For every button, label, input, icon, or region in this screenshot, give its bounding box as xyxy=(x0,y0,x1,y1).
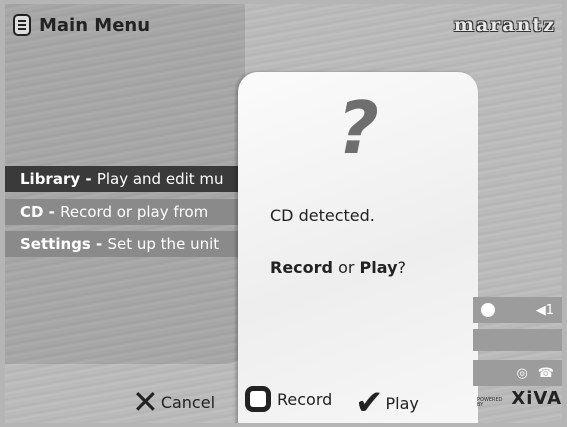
status-bar-blank xyxy=(473,329,562,351)
menu-item-title: Settings - xyxy=(20,235,108,253)
menu-item-title: Library - xyxy=(20,170,97,188)
cd-icon: ◎ xyxy=(516,365,528,381)
cd-detected-dialog: ? CD detected. Record or Play? xyxy=(238,72,478,423)
menu-item-title: CD - xyxy=(20,203,61,221)
phone-icon: ☎ xyxy=(537,365,554,381)
record-dot-icon xyxy=(481,303,495,317)
powered-by-text: POWERED BY xyxy=(477,397,503,408)
status-bar-icons: ◎ ☎ xyxy=(473,360,562,386)
question-mark-icon: ? xyxy=(337,86,379,170)
volume-level: 1 xyxy=(545,302,554,318)
prompt-play-word: Play xyxy=(359,258,398,277)
cancel-label: Cancel xyxy=(160,392,216,412)
status-bar-volume: ◀1 xyxy=(473,297,562,323)
record-square-icon xyxy=(245,386,271,412)
menu-item-library[interactable]: Library - Play and edit mu xyxy=(5,166,245,192)
menu-item-desc: Record or play from xyxy=(60,203,209,221)
prompt-or-word: or xyxy=(333,258,360,277)
xiva-logo: XiVA xyxy=(511,388,562,409)
powered-by-logo: POWERED BY XiVA xyxy=(473,390,562,408)
prompt-record-word: Record xyxy=(270,258,333,277)
play-check-icon: ✔ xyxy=(355,383,384,423)
page-title: Main Menu xyxy=(39,14,151,36)
record-button[interactable]: Record xyxy=(245,386,332,412)
record-label: Record xyxy=(277,389,333,409)
menu-item-desc: Play and edit mu xyxy=(96,170,224,188)
volume-indicator: ◀1 xyxy=(536,303,554,318)
speaker-icon: ◀ xyxy=(535,302,546,318)
cancel-x-icon: ✕ xyxy=(132,383,159,421)
cancel-button[interactable]: ✕ Cancel xyxy=(132,386,215,418)
prompt-end: ? xyxy=(397,258,407,277)
dialog-message: CD detected. xyxy=(270,206,375,225)
dialog-prompt: Record or Play? xyxy=(270,258,406,277)
menu-item-settings[interactable]: Settings - Set up the unit xyxy=(5,231,245,257)
title-bar: Main Menu xyxy=(13,14,150,36)
play-button[interactable]: ✔ Play xyxy=(355,386,419,420)
device-screen: Main Menu marantz Library - Play and edi… xyxy=(5,4,562,423)
menu-icon xyxy=(13,14,31,36)
brand-logo: marantz xyxy=(453,14,556,36)
menu-item-desc: Set up the unit xyxy=(107,235,220,253)
menu-item-cd[interactable]: CD - Record or play from xyxy=(5,199,245,225)
play-label: Play xyxy=(385,393,419,413)
